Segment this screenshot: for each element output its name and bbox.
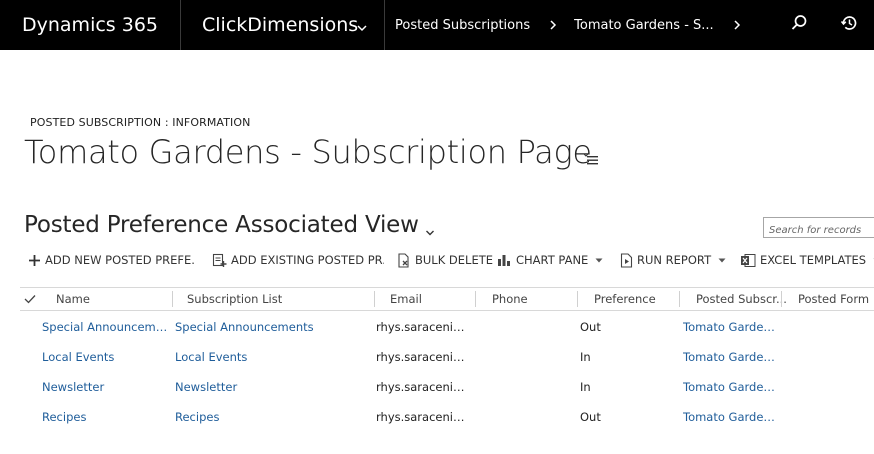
cell-preference: In — [580, 350, 591, 364]
cell-posted-subscription[interactable]: Tomato Garden... — [683, 350, 777, 364]
add-existing-label: ADD EXISTING POSTED PR... — [231, 253, 384, 267]
run-report-button[interactable]: RUN REPORT — [620, 251, 726, 269]
column-divider — [374, 291, 375, 307]
report-icon — [620, 252, 633, 268]
form-type-label: POSTED SUBSCRIPTION : INFORMATION — [30, 116, 251, 129]
column-divider — [781, 291, 782, 307]
recent-items-button[interactable] — [824, 0, 874, 50]
chevron-right-icon — [548, 19, 558, 31]
module-selector[interactable]: ClickDimensions — [181, 0, 385, 50]
column-header-name[interactable]: Name — [56, 292, 90, 306]
cell-email: rhys.saraceni@c... — [376, 410, 474, 424]
column-header-subscription-list[interactable]: Subscription List — [187, 292, 282, 306]
column-header-preference[interactable]: Preference — [594, 292, 656, 306]
cell-name[interactable]: Recipes — [42, 410, 170, 424]
cell-name[interactable]: Special Announceme... — [42, 320, 170, 334]
breadcrumb: Posted Subscriptions Tomato Gardens - S.… — [385, 0, 774, 50]
chart-icon — [498, 255, 510, 266]
table-row[interactable]: Special Announceme... Special Announceme… — [20, 312, 874, 342]
module-name: ClickDimensions — [202, 14, 359, 36]
column-divider — [475, 291, 476, 307]
column-header-posted-form[interactable]: Posted Form — [798, 292, 869, 306]
app-name[interactable]: Dynamics 365 — [0, 0, 181, 50]
search-records-field[interactable] — [763, 217, 874, 240]
table-row[interactable]: Local Events Local Events rhys.saraceni@… — [20, 342, 874, 372]
bulk-delete-icon — [398, 252, 409, 268]
search-input[interactable] — [764, 221, 874, 240]
run-report-label: RUN REPORT — [637, 253, 712, 267]
column-divider — [172, 291, 173, 307]
bulk-delete-button[interactable]: BULK DELETE — [397, 251, 493, 269]
history-icon — [840, 14, 858, 36]
bulk-delete-label: BULK DELETE — [415, 253, 493, 267]
breadcrumb-posted-subscriptions[interactable]: Posted Subscriptions — [395, 18, 530, 33]
chart-pane-label: CHART PANE — [516, 253, 589, 267]
form-selector-menu-icon[interactable] — [583, 150, 599, 169]
cell-subscription-list[interactable]: Recipes — [175, 410, 370, 424]
caret-down-icon — [718, 258, 726, 262]
search-button[interactable] — [774, 0, 824, 50]
cell-name[interactable]: Local Events — [42, 350, 170, 364]
chevron-right-icon[interactable] — [732, 19, 742, 31]
add-existing-icon — [212, 253, 227, 267]
excel-icon — [741, 253, 756, 267]
top-nav-bar: Dynamics 365 ClickDimensions Posted Subs… — [0, 0, 874, 50]
cell-email: rhys.saraceni@c... — [376, 350, 474, 364]
page-title: Tomato Gardens - Subscription Page — [24, 133, 592, 171]
cell-preference: In — [580, 380, 591, 394]
column-divider — [679, 291, 680, 307]
chevron-down-icon — [356, 17, 368, 39]
view-title[interactable]: Posted Preference Associated View — [24, 212, 419, 238]
cell-preference: Out — [580, 320, 601, 334]
column-divider — [577, 291, 578, 307]
excel-templates-button[interactable]: EXCEL TEMPLATES — [740, 251, 874, 269]
column-header-email[interactable]: Email — [390, 292, 422, 306]
cell-subscription-list[interactable]: Special Announcements — [175, 320, 370, 334]
select-all-checkmark-icon[interactable] — [24, 293, 36, 307]
cell-email: rhys.saraceni@c... — [376, 320, 474, 334]
cell-subscription-list[interactable]: Local Events — [175, 350, 370, 364]
cell-posted-subscription[interactable]: Tomato Garden... — [683, 320, 777, 334]
cell-email: rhys.saraceni@c... — [376, 380, 474, 394]
cell-name[interactable]: Newsletter — [42, 380, 170, 394]
breadcrumb-current-record[interactable]: Tomato Gardens - S... — [574, 18, 714, 33]
cell-posted-subscription[interactable]: Tomato Garden... — [683, 410, 777, 424]
caret-down-icon — [595, 258, 603, 262]
chevron-down-icon[interactable] — [425, 222, 435, 241]
add-existing-posted-preference-button[interactable]: ADD EXISTING POSTED PR... — [212, 251, 384, 269]
cell-subscription-list[interactable]: Newsletter — [175, 380, 370, 394]
table-row[interactable]: Newsletter Newsletter rhys.saraceni@c...… — [20, 372, 874, 402]
search-icon — [790, 14, 808, 36]
chart-pane-button[interactable]: CHART PANE — [497, 251, 603, 269]
cell-preference: Out — [580, 410, 601, 424]
table-row[interactable]: Recipes Recipes rhys.saraceni@c... Out T… — [20, 402, 874, 432]
add-new-label: ADD NEW POSTED PREFE... — [45, 253, 196, 267]
excel-templates-label: EXCEL TEMPLATES — [760, 253, 867, 267]
column-header-posted-subscription[interactable]: Posted Subscr... — [696, 292, 787, 306]
column-header-phone[interactable]: Phone — [492, 292, 528, 306]
add-new-posted-preference-button[interactable]: ADD NEW POSTED PREFE... — [28, 251, 196, 269]
plus-icon — [29, 254, 40, 266]
grid-header: Name Subscription List Email Phone Prefe… — [20, 287, 874, 311]
cell-posted-subscription[interactable]: Tomato Garden... — [683, 380, 777, 394]
